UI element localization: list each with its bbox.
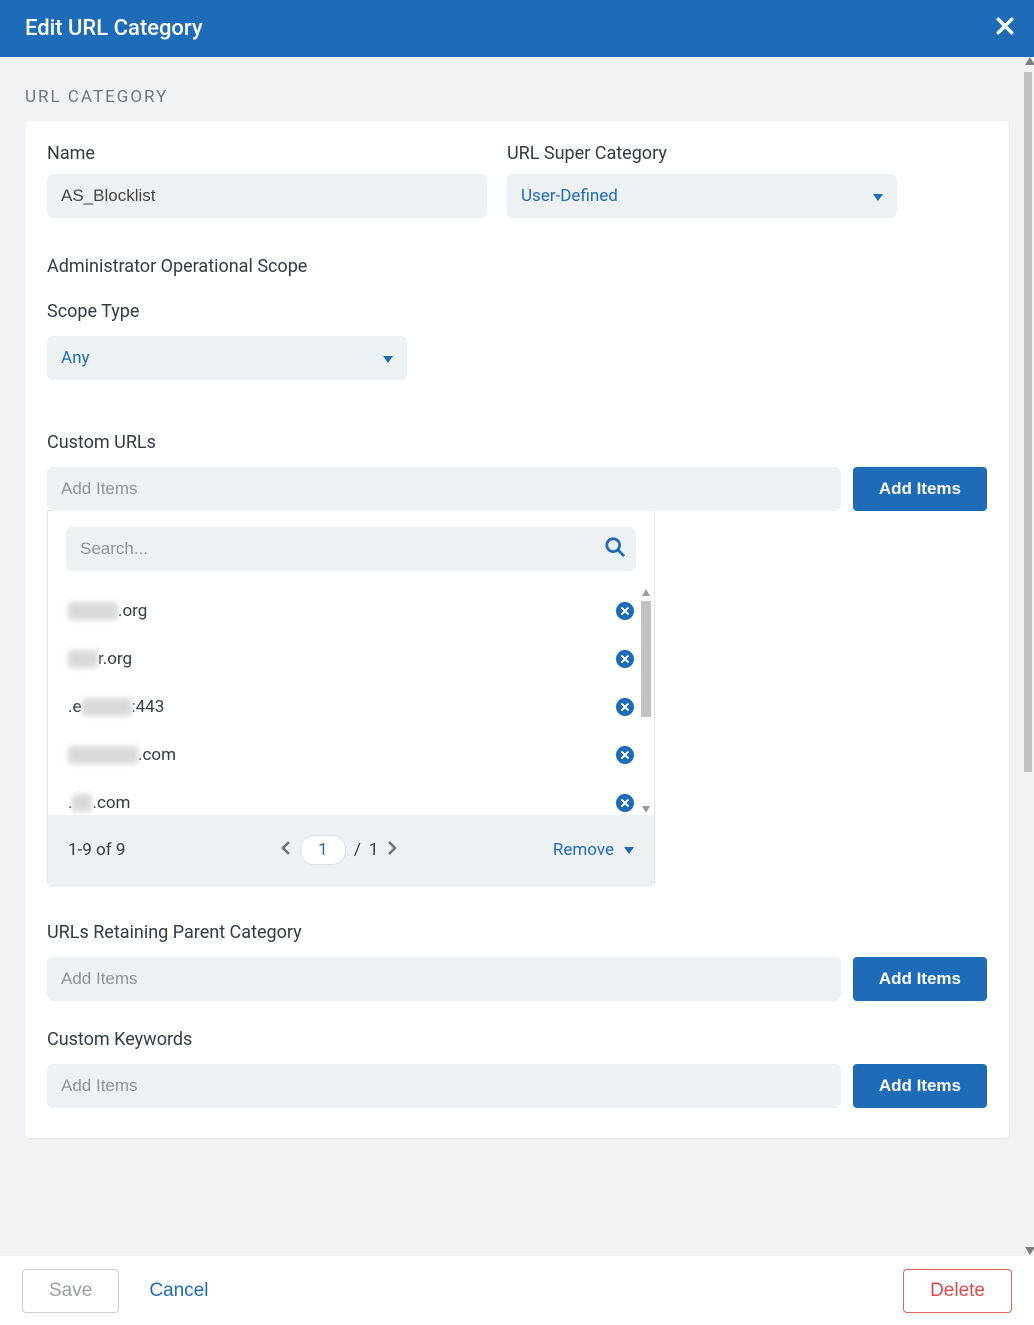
pager-total: 1 [369,840,379,860]
chevron-down-icon [869,187,883,206]
retaining-label: URLs Retaining Parent Category [47,922,987,943]
save-button[interactable]: Save [22,1269,119,1313]
url-list-item: .org [68,587,634,635]
url-list-item: .e :443 [68,683,634,731]
keywords-input[interactable] [47,1064,841,1108]
close-icon[interactable] [996,16,1014,41]
url-item-text: r.org [68,649,132,669]
scope-type-select[interactable]: Any [47,336,407,380]
pager-separator: / [354,840,361,860]
delete-button[interactable]: Delete [903,1269,1012,1313]
remove-item-icon[interactable] [616,794,634,812]
keywords-add-button[interactable]: Add Items [853,1064,987,1108]
remove-item-icon[interactable] [616,698,634,716]
chevron-down-icon [620,840,634,860]
admin-scope-label: Administrator Operational Scope [47,256,987,277]
keywords-label: Custom Keywords [47,1029,987,1050]
scope-type-value: Any [61,348,90,368]
pager: 1-9 of 9 1 / 1 Remove [48,815,654,885]
url-item-text: .org [68,601,147,621]
custom-urls-label: Custom URLs [47,432,987,453]
url-list-item: .com [68,731,634,779]
chevron-down-icon [379,349,393,368]
url-list-item: . .com [68,779,634,815]
scrollbar-thumb[interactable] [641,601,651,717]
modal-header: Edit URL Category [0,0,1034,57]
pager-remove-label: Remove [553,840,614,860]
remove-item-icon[interactable] [616,602,634,620]
search-icon[interactable] [604,536,626,563]
super-category-value: User-Defined [521,186,618,206]
card: Name URL Super Category User-Defined Adm… [25,121,1009,1138]
cancel-button[interactable]: Cancel [149,1280,208,1302]
url-list-scrollbar[interactable] [640,587,652,815]
pager-next-icon[interactable] [386,840,398,861]
url-item-text: . .com [68,793,130,813]
remove-item-icon[interactable] [616,650,634,668]
custom-urls-input[interactable] [47,467,841,511]
scope-type-label: Scope Type [47,301,987,322]
retaining-add-button[interactable]: Add Items [853,957,987,1001]
section-title: URL CATEGORY [0,57,1034,121]
url-list-item: r.org [68,635,634,683]
name-input[interactable] [47,174,487,218]
url-list-panel: .org r.org .e :443 .com . .com 1-9 of 9 1 … [47,510,655,886]
retaining-input[interactable] [47,957,841,1001]
url-search-box[interactable] [66,527,636,571]
url-item-text: .e :443 [68,697,164,717]
footer: Save Cancel Delete [0,1255,1034,1325]
pager-remove-button[interactable]: Remove [553,840,634,860]
main-content: URL CATEGORY Name URL Super Category Use… [0,57,1034,1255]
url-search-input[interactable] [80,539,604,559]
modal-title: Edit URL Category [25,16,203,41]
name-label: Name [47,143,487,164]
url-item-text: .com [68,745,176,765]
pager-prev-icon[interactable] [280,840,292,861]
main-scrollbar[interactable] [1022,57,1034,1255]
remove-item-icon[interactable] [616,746,634,764]
super-category-select[interactable]: User-Defined [507,174,897,218]
pager-range: 1-9 of 9 [68,840,125,860]
scrollbar-thumb[interactable] [1024,72,1032,772]
super-category-label: URL Super Category [507,143,897,164]
pager-page-input[interactable]: 1 [300,835,346,865]
custom-urls-add-button[interactable]: Add Items [853,467,987,511]
